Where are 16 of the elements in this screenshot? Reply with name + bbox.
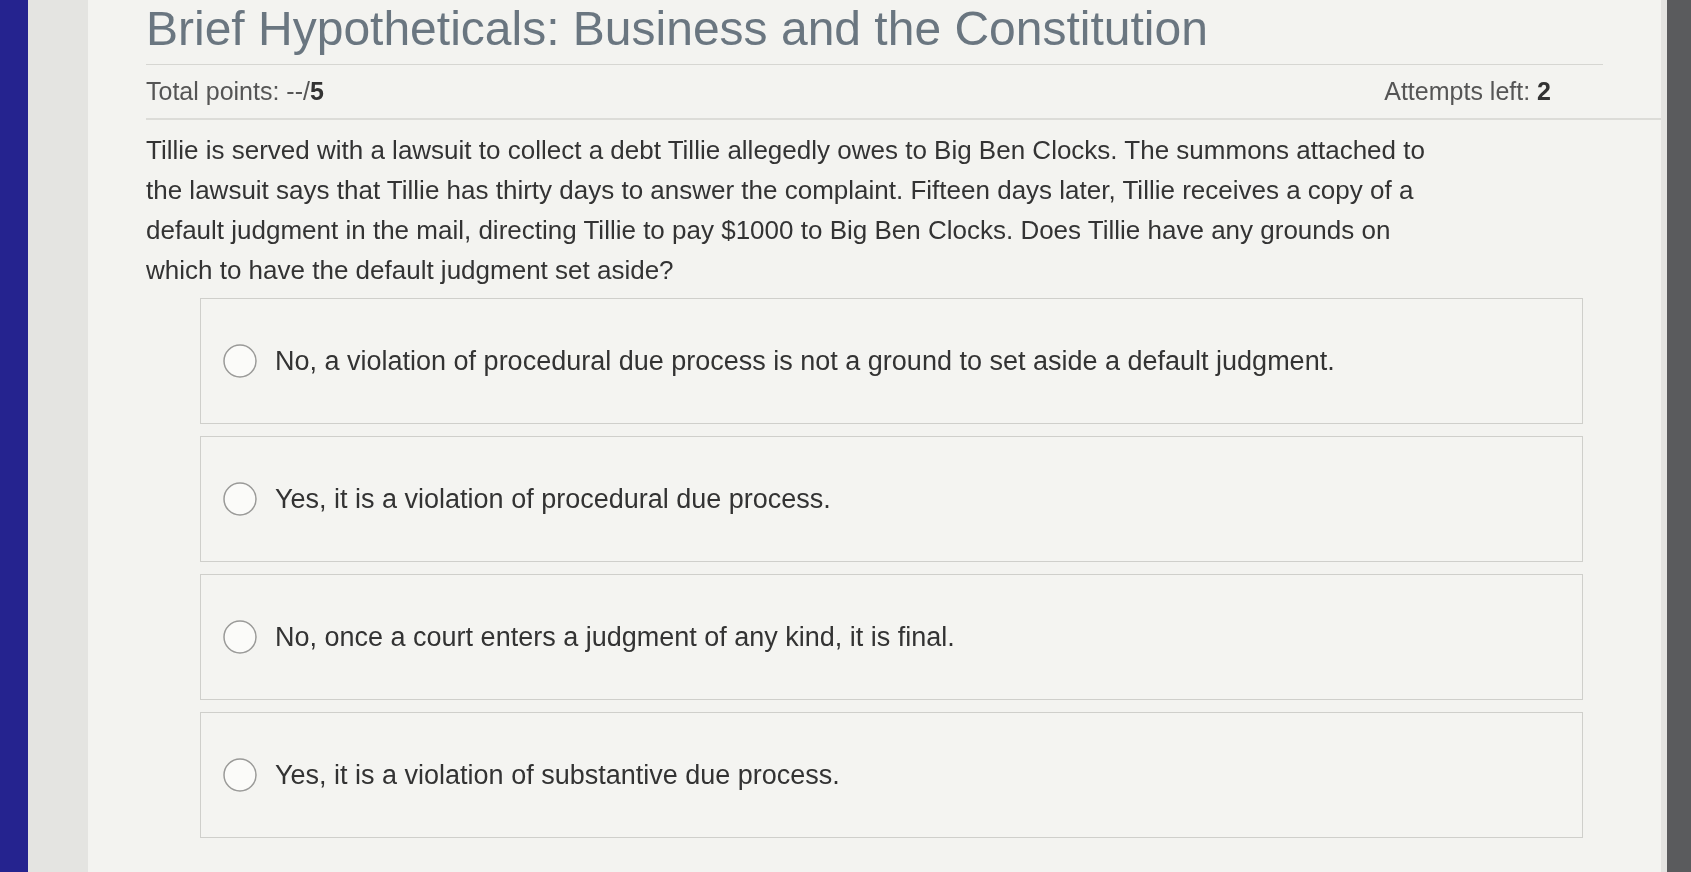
attempts-left: Attempts left: 2 <box>1384 77 1551 106</box>
option-text: Yes, it is a violation of procedural due process. <box>275 483 831 515</box>
answer-option[interactable]: Yes, it is a violation of substantive due process. <box>200 712 1583 838</box>
total-points: Total points: --/5 <box>146 77 324 106</box>
option-text: No, a violation of procedural due process is not a ground to set aside a default judgment. <box>275 345 1335 377</box>
answer-option[interactable]: Yes, it is a violation of procedural due process. <box>200 436 1583 562</box>
radio-button[interactable] <box>223 344 257 378</box>
question-text: Tillie is served with a lawsuit to collect a debt Tillie allegedly owes to Big Ben Clocks. The summons attached to the lawsuit says that Tillie has thirty days to answer the complaint. Fifteen days later, Tillie receives a copy of a default judgment in the mail, directing Tillie to pay $1000 to Big Ben Clocks. Does Tillie have any grounds on which to have the default judgment set aside? <box>146 134 1426 287</box>
page-title: Brief Hypotheticals: Business and the Constitution <box>146 0 1603 65</box>
option-text: No, once a court enters a judgment of any kind, it is final. <box>275 621 955 653</box>
radio-button[interactable] <box>223 620 257 654</box>
radio-button[interactable] <box>223 758 257 792</box>
option-text: Yes, it is a violation of substantive due process. <box>275 759 840 791</box>
radio-button[interactable] <box>223 482 257 516</box>
answer-option[interactable]: No, once a court enters a judgment of any kind, it is final. <box>200 574 1583 700</box>
answer-option[interactable]: No, a violation of procedural due process is not a ground to set aside a default judgment. <box>200 298 1583 424</box>
